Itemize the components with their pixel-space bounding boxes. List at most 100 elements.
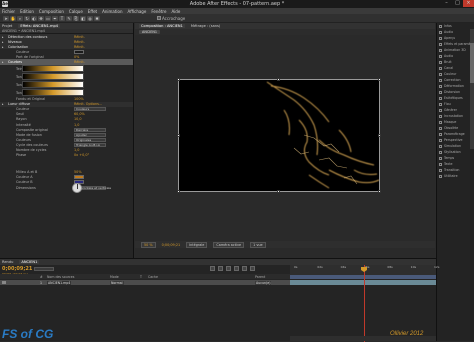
- composition-mini-flowchart-icon[interactable]: [210, 266, 215, 271]
- pan-behind-tool-icon[interactable]: ✥: [38, 16, 44, 21]
- hand-tool-icon[interactable]: ✋: [10, 16, 16, 21]
- frame-blending-icon[interactable]: [234, 266, 239, 271]
- tab-timeline[interactable]: ANCIEN1: [19, 260, 40, 264]
- current-time-indicator[interactable]: [364, 265, 365, 342]
- color-swatch[interactable]: [74, 175, 84, 180]
- menu-view[interactable]: Affichage: [128, 9, 147, 14]
- maximize-icon[interactable]: □: [452, 0, 463, 7]
- roto-brush-tool-icon[interactable]: ◍: [87, 16, 93, 21]
- menu-animation[interactable]: Animation: [102, 9, 122, 14]
- effect-property-row[interactable]: Dimensions Horizontale et verticale: [0, 185, 133, 190]
- property-dropdown[interactable]: Triangle A>B>A: [74, 142, 106, 147]
- property-dropdown[interactable]: Couleurs: [74, 107, 106, 112]
- expand-triangle-icon[interactable]: ▸: [2, 40, 4, 44]
- transform-handle[interactable]: [378, 190, 381, 193]
- property-dropdown[interactable]: Derrière: [74, 127, 106, 132]
- timeline-layer-row[interactable]: 1 ANCIEN1.mp4 Normal Aucun(e): [0, 280, 290, 285]
- column-header-source-name[interactable]: Nom des sources: [47, 275, 74, 279]
- breadcrumb[interactable]: ANCIEN1: [139, 30, 161, 34]
- visibility-eye-icon[interactable]: [2, 281, 6, 284]
- curve-gradient-preview[interactable]: [22, 65, 84, 73]
- shy-layers-icon[interactable]: [226, 266, 231, 271]
- expand-triangle-icon[interactable]: ▸: [2, 60, 4, 64]
- transform-handle[interactable]: [177, 134, 180, 137]
- effect-property-value[interactable]: 100%: [74, 97, 84, 101]
- tab-footage[interactable]: Métrage : (sans): [191, 24, 220, 28]
- current-time-display[interactable]: 0;00;09;21: [162, 243, 181, 247]
- magnification-dropdown[interactable]: 50 %: [141, 241, 156, 248]
- effect-property-value[interactable]: Réinit.: [74, 35, 85, 39]
- snap-checkbox[interactable]: [157, 16, 161, 20]
- text-tool-icon[interactable]: T: [59, 16, 65, 21]
- eraser-tool-icon[interactable]: ◧: [80, 16, 86, 21]
- effect-property-row[interactable]: Teintes: [0, 65, 133, 73]
- effect-property-value[interactable]: 0%: [74, 55, 79, 59]
- resolution-dropdown[interactable]: Intégrale: [186, 241, 208, 248]
- effect-property-value[interactable]: 0x +0,0°: [74, 153, 89, 157]
- composition-viewer[interactable]: [178, 79, 380, 192]
- tab-render-queue[interactable]: Rendu: [2, 260, 13, 264]
- brush-tool-icon[interactable]: ✎: [66, 16, 72, 21]
- graph-editor-icon[interactable]: [250, 266, 255, 271]
- tab-effect-controls[interactable]: Effets: ANCIEN1.mp4: [18, 24, 61, 28]
- effect-property-value[interactable]: Réinit.: [74, 60, 85, 64]
- property-dropdown[interactable]: Originales: [74, 137, 106, 142]
- layer-duration-bar[interactable]: [290, 280, 436, 285]
- effect-property-row[interactable]: Tons clairs: [0, 89, 133, 97]
- mask-tool-icon[interactable]: ▭: [45, 16, 51, 21]
- expand-triangle-icon[interactable]: ▸: [2, 102, 4, 106]
- effect-property-value[interactable]: Réinit.: [74, 45, 85, 49]
- transform-handle[interactable]: [277, 190, 280, 193]
- transform-handle[interactable]: [177, 78, 180, 81]
- effect-property-value[interactable]: Réinit.: [74, 40, 85, 44]
- clone-tool-icon[interactable]: ⎘: [73, 16, 79, 21]
- menu-file[interactable]: Fichier: [2, 9, 15, 14]
- menu-composition[interactable]: Composition: [39, 9, 64, 14]
- transform-handle[interactable]: [177, 190, 180, 193]
- color-swatch[interactable]: [74, 49, 84, 54]
- scrollbar-thumb[interactable]: [470, 43, 474, 83]
- menu-edit[interactable]: Edition: [20, 9, 34, 14]
- minimize-icon[interactable]: –: [441, 0, 452, 7]
- effect-property-row[interactable]: Tons moyens: [0, 81, 133, 89]
- layer-parent-dropdown[interactable]: Aucun(e): [255, 280, 272, 285]
- layer-mode-dropdown[interactable]: Normal: [110, 280, 124, 285]
- view-layout-dropdown[interactable]: 1 vue: [250, 241, 266, 248]
- transform-handle[interactable]: [378, 134, 381, 137]
- effect-category-item[interactable]: Utilitaire: [437, 173, 474, 179]
- effect-property-value[interactable]: 60,0%: [74, 112, 85, 116]
- menu-help[interactable]: Aide: [171, 9, 180, 14]
- effect-property-value[interactable]: 50%: [74, 170, 82, 174]
- rotate-tool-icon[interactable]: ↻: [24, 16, 30, 21]
- effect-property-value[interactable]: 1,0: [74, 148, 79, 152]
- effect-property-row[interactable]: [0, 158, 133, 170]
- property-dropdown[interactable]: Ajouter: [74, 132, 106, 137]
- effect-property-row[interactable]: Tons foncés: [0, 73, 133, 81]
- selection-tool-icon[interactable]: ➤: [3, 16, 9, 21]
- camera-tool-icon[interactable]: ◐: [31, 16, 37, 21]
- work-area-bar[interactable]: [290, 275, 436, 279]
- transform-handle[interactable]: [277, 78, 280, 81]
- menu-layer[interactable]: Calque: [69, 9, 83, 14]
- curve-gradient-preview[interactable]: [22, 89, 84, 97]
- close-icon[interactable]: ×: [463, 0, 474, 7]
- menu-effect[interactable]: Effet: [88, 9, 97, 14]
- draft-3d-icon[interactable]: [218, 266, 223, 271]
- curve-gradient-preview[interactable]: [22, 81, 84, 89]
- camera-dropdown[interactable]: Caméra active: [213, 241, 245, 248]
- effect-property-value[interactable]: 1,0: [74, 123, 79, 127]
- menu-window[interactable]: Fenêtre: [151, 9, 166, 14]
- curve-gradient-preview[interactable]: [22, 73, 84, 81]
- zoom-tool-icon[interactable]: ⌕: [17, 16, 23, 21]
- phase-dial[interactable]: [72, 183, 82, 193]
- tab-project[interactable]: Projet: [2, 24, 12, 28]
- puppet-tool-icon[interactable]: ✱: [94, 16, 100, 21]
- motion-blur-icon[interactable]: [242, 266, 247, 271]
- transform-handle[interactable]: [378, 78, 381, 81]
- expand-triangle-icon[interactable]: ▸: [2, 35, 4, 39]
- layer-name[interactable]: ANCIEN1.mp4: [47, 280, 72, 285]
- tab-composition[interactable]: Composition : ANCIEN1: [139, 24, 185, 28]
- effect-property-value[interactable]: Réinit. Options...: [74, 102, 102, 106]
- pen-tool-icon[interactable]: ✒: [52, 16, 58, 21]
- effect-property-value[interactable]: 10,0: [74, 117, 82, 121]
